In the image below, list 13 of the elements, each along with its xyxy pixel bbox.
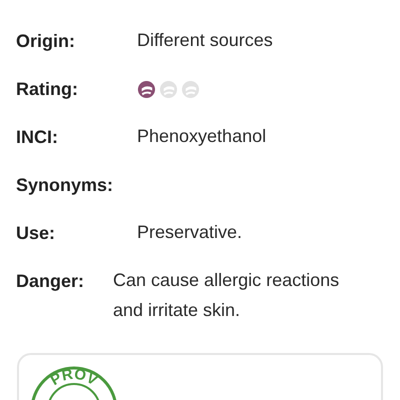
field-label: INCI: bbox=[16, 127, 59, 148]
field-value: Preservative. bbox=[137, 221, 242, 244]
field-label: Use: bbox=[16, 223, 56, 244]
field-label: Rating: bbox=[16, 79, 79, 100]
field-value: Phenoxyethanol bbox=[137, 125, 266, 148]
field-value: Can cause allergic reactions and irritate skin. bbox=[113, 269, 340, 322]
rating-icon bbox=[137, 80, 156, 99]
rating-icon bbox=[159, 80, 178, 99]
field-value: Different sources bbox=[137, 29, 273, 52]
field-label: Danger: bbox=[16, 271, 86, 292]
field-label: Synonyms: bbox=[16, 175, 114, 196]
field-label: Origin: bbox=[16, 31, 76, 52]
rating-icon bbox=[181, 80, 200, 99]
